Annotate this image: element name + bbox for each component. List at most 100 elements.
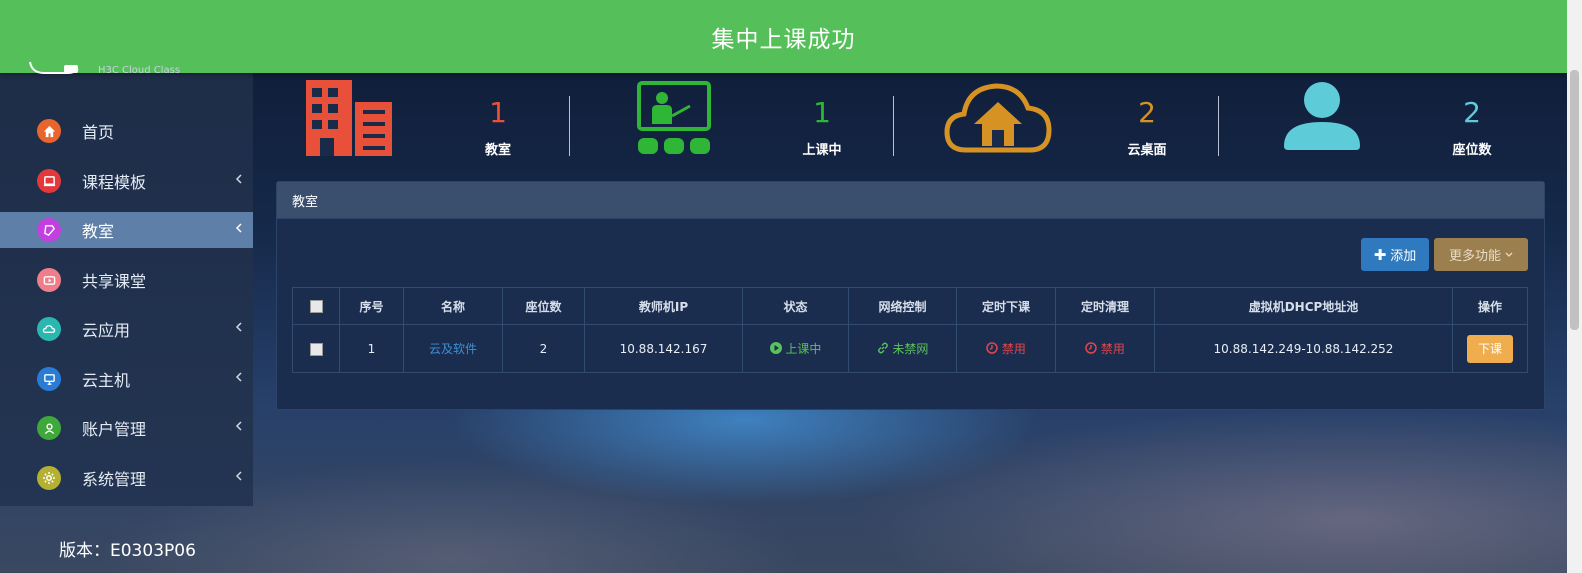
add-button-label: 添加 — [1390, 249, 1417, 264]
classroom-icon — [37, 218, 61, 242]
classroom-table: 序号 名称 座位数 教师机IP 状态 网络控制 定时下课 定时清理 虚拟机DHC… — [292, 287, 1528, 373]
add-button[interactable]: ✚ 添加 — [1361, 238, 1429, 271]
column-header: 名称 — [403, 287, 503, 325]
chevron-left-icon — [235, 174, 242, 184]
timed-end-text: 禁用 — [1001, 342, 1026, 356]
chevron-left-icon — [235, 471, 242, 481]
stat-desktop-value: 2 — [1138, 96, 1156, 129]
chevron-left-icon — [235, 223, 242, 233]
brand-subtitle: H3C Cloud Class — [98, 65, 181, 76]
sidebar-item-account[interactable]: 账户管理 — [0, 410, 253, 446]
sidebar-item-home[interactable]: 首页 — [0, 113, 253, 149]
stat-seats-label: 座位数 — [1452, 143, 1492, 158]
row-checkbox[interactable] — [309, 342, 323, 356]
stat-desktop-label: 云桌面 — [1127, 143, 1167, 158]
clock-icon — [1085, 342, 1097, 354]
sidebar-item-label: 共享课堂 — [82, 272, 147, 291]
stat-divider — [1218, 96, 1219, 156]
sidebar-item-shared-class[interactable]: 共享课堂 — [0, 262, 253, 298]
column-header: 序号 — [339, 287, 404, 325]
sidebar-item-course-template[interactable]: 课程模板 — [0, 163, 253, 199]
sidebar-item-label: 首页 — [82, 123, 115, 142]
table-row: 1 云及软件 2 10.88.142.167 上课中 未禁网 禁用 禁用 10.… — [292, 324, 1528, 373]
column-header: 定时清理 — [1055, 287, 1155, 325]
sidebar-item-label: 账户管理 — [82, 420, 147, 439]
teacher-icon — [637, 81, 711, 154]
cell-name: 云及软件 — [403, 324, 503, 373]
select-all-checkbox[interactable] — [309, 300, 323, 313]
cloud-app-icon — [37, 317, 61, 341]
monitor-icon — [37, 367, 61, 391]
more-functions-button[interactable]: 更多功能 — [1434, 238, 1528, 271]
cell-network: 未禁网 — [848, 324, 957, 373]
page-scrollbar[interactable] — [1567, 0, 1582, 573]
sidebar-item-classroom[interactable]: 教室 — [0, 212, 253, 248]
stat-in-class-value: 1 — [813, 96, 831, 129]
classroom-panel: 教室 ✚ 添加 更多功能 序号 名称 座位数 教师机IP 状态 网络控制 定时下… — [276, 181, 1545, 410]
stat-classroom-label: 教室 — [484, 143, 511, 158]
network-control-link[interactable]: 未禁网 — [877, 342, 929, 356]
timed-clean-link[interactable]: 禁用 — [1085, 342, 1125, 356]
stat-divider — [569, 96, 570, 156]
stat-in-class-label: 上课中 — [802, 143, 842, 158]
cell-status: 上课中 — [742, 324, 849, 373]
sidebar-item-system[interactable]: 系统管理 — [0, 460, 253, 496]
video-icon — [37, 268, 61, 292]
column-header: 虚拟机DHCP地址池 — [1154, 287, 1453, 325]
timed-end-link[interactable]: 禁用 — [986, 342, 1026, 356]
gear-icon — [37, 466, 61, 490]
stat-classroom-value: 1 — [489, 96, 507, 129]
toast-message: 集中上课成功 — [711, 26, 856, 53]
stat-seats-value: 2 — [1463, 96, 1481, 129]
panel-title: 教室 — [277, 182, 1544, 219]
cell-dhcp-pool: 10.88.142.249-10.88.142.252 — [1154, 324, 1453, 373]
chevron-left-icon — [235, 322, 242, 332]
building-icon — [306, 80, 392, 156]
sidebar-item-label: 系统管理 — [82, 470, 147, 489]
cell-teacher-ip: 10.88.142.167 — [584, 324, 743, 373]
row-select-cell — [292, 324, 340, 373]
status-badge: 上课中 — [769, 342, 822, 356]
success-toast: 集中上课成功 — [0, 0, 1567, 73]
sidebar-item-cloud-app[interactable]: 云应用 — [0, 311, 253, 347]
chevron-left-icon — [235, 372, 242, 382]
classroom-name-link[interactable]: 云及软件 — [429, 342, 477, 356]
sidebar-item-label: 云主机 — [82, 371, 131, 390]
column-header: 状态 — [742, 287, 849, 325]
status-text: 上课中 — [785, 342, 822, 356]
column-header: 教师机IP — [584, 287, 743, 325]
sidebar-item-label: 教室 — [82, 222, 115, 241]
column-header: 操作 — [1452, 287, 1528, 325]
sidebar-item-label: 课程模板 — [82, 173, 147, 192]
stat-divider — [893, 96, 894, 156]
cell-index: 1 — [339, 324, 404, 373]
more-functions-label: 更多功能 — [1448, 249, 1501, 264]
network-text: 未禁网 — [892, 342, 929, 356]
cell-seats: 2 — [502, 324, 585, 373]
chevron-left-icon — [235, 421, 242, 431]
clock-icon — [986, 342, 998, 354]
seat-user-icon — [1284, 82, 1360, 150]
cloud-home-icon — [944, 83, 1052, 153]
template-icon — [37, 169, 61, 193]
logo-icon — [29, 61, 79, 74]
link-icon — [877, 342, 888, 354]
sidebar-item-label: 云应用 — [82, 321, 131, 340]
column-header: 网络控制 — [848, 287, 957, 325]
plus-icon: ✚ — [1373, 245, 1387, 264]
sidebar-item-cloud-host[interactable]: 云主机 — [0, 361, 253, 397]
play-icon — [769, 342, 782, 354]
column-header: 座位数 — [502, 287, 585, 325]
timed-clean-text: 禁用 — [1100, 342, 1125, 356]
end-class-button[interactable]: 下课 — [1467, 334, 1513, 363]
version-text: 版本：E0303P06 — [59, 541, 196, 561]
table-header-row: 序号 名称 座位数 教师机IP 状态 网络控制 定时下课 定时清理 虚拟机DHC… — [292, 287, 1528, 325]
home-icon — [37, 119, 61, 143]
chevron-down-icon — [1505, 252, 1513, 257]
cell-timed-clean: 禁用 — [1055, 324, 1155, 373]
select-all-cell — [292, 287, 340, 325]
column-header: 定时下课 — [956, 287, 1056, 325]
cell-action: 下课 — [1452, 324, 1528, 373]
user-icon — [37, 416, 61, 440]
cell-timed-end: 禁用 — [956, 324, 1056, 373]
